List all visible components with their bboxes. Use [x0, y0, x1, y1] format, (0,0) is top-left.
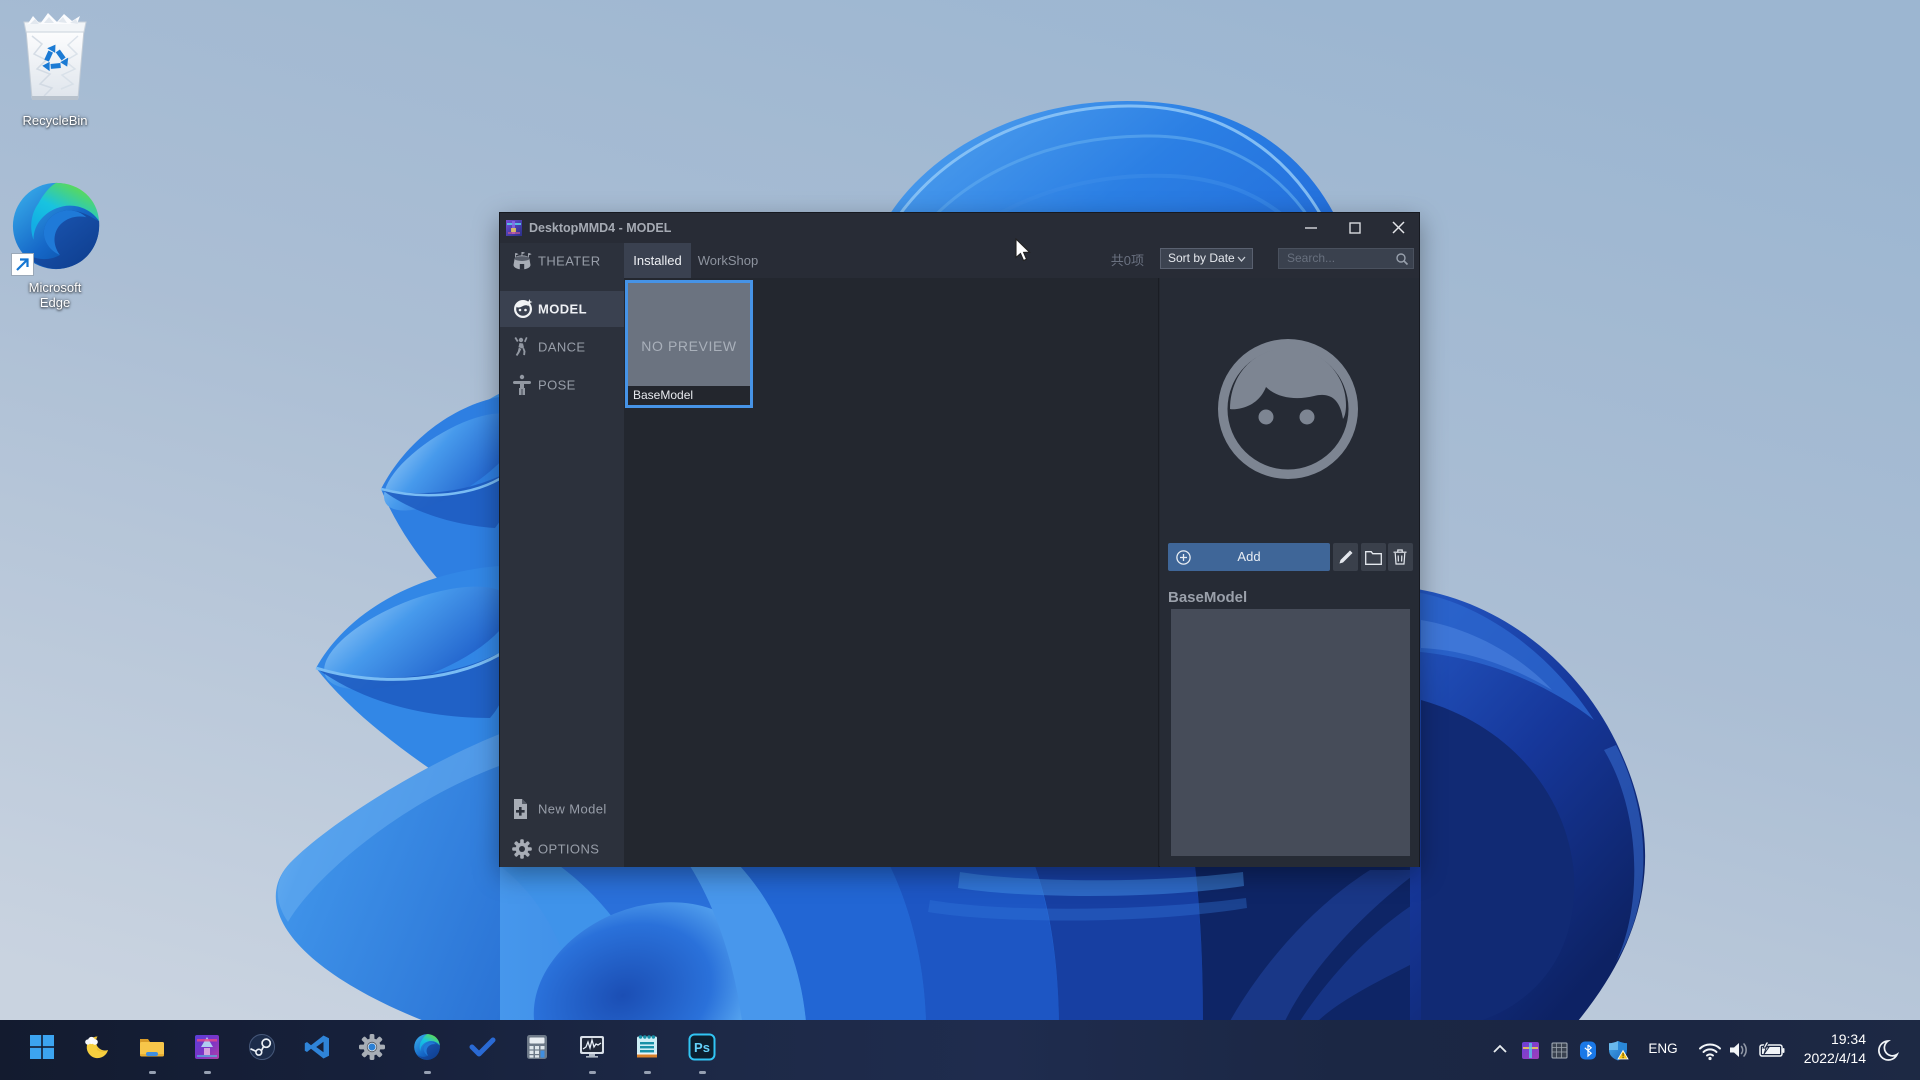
svg-text:Ps: Ps — [694, 1040, 710, 1055]
